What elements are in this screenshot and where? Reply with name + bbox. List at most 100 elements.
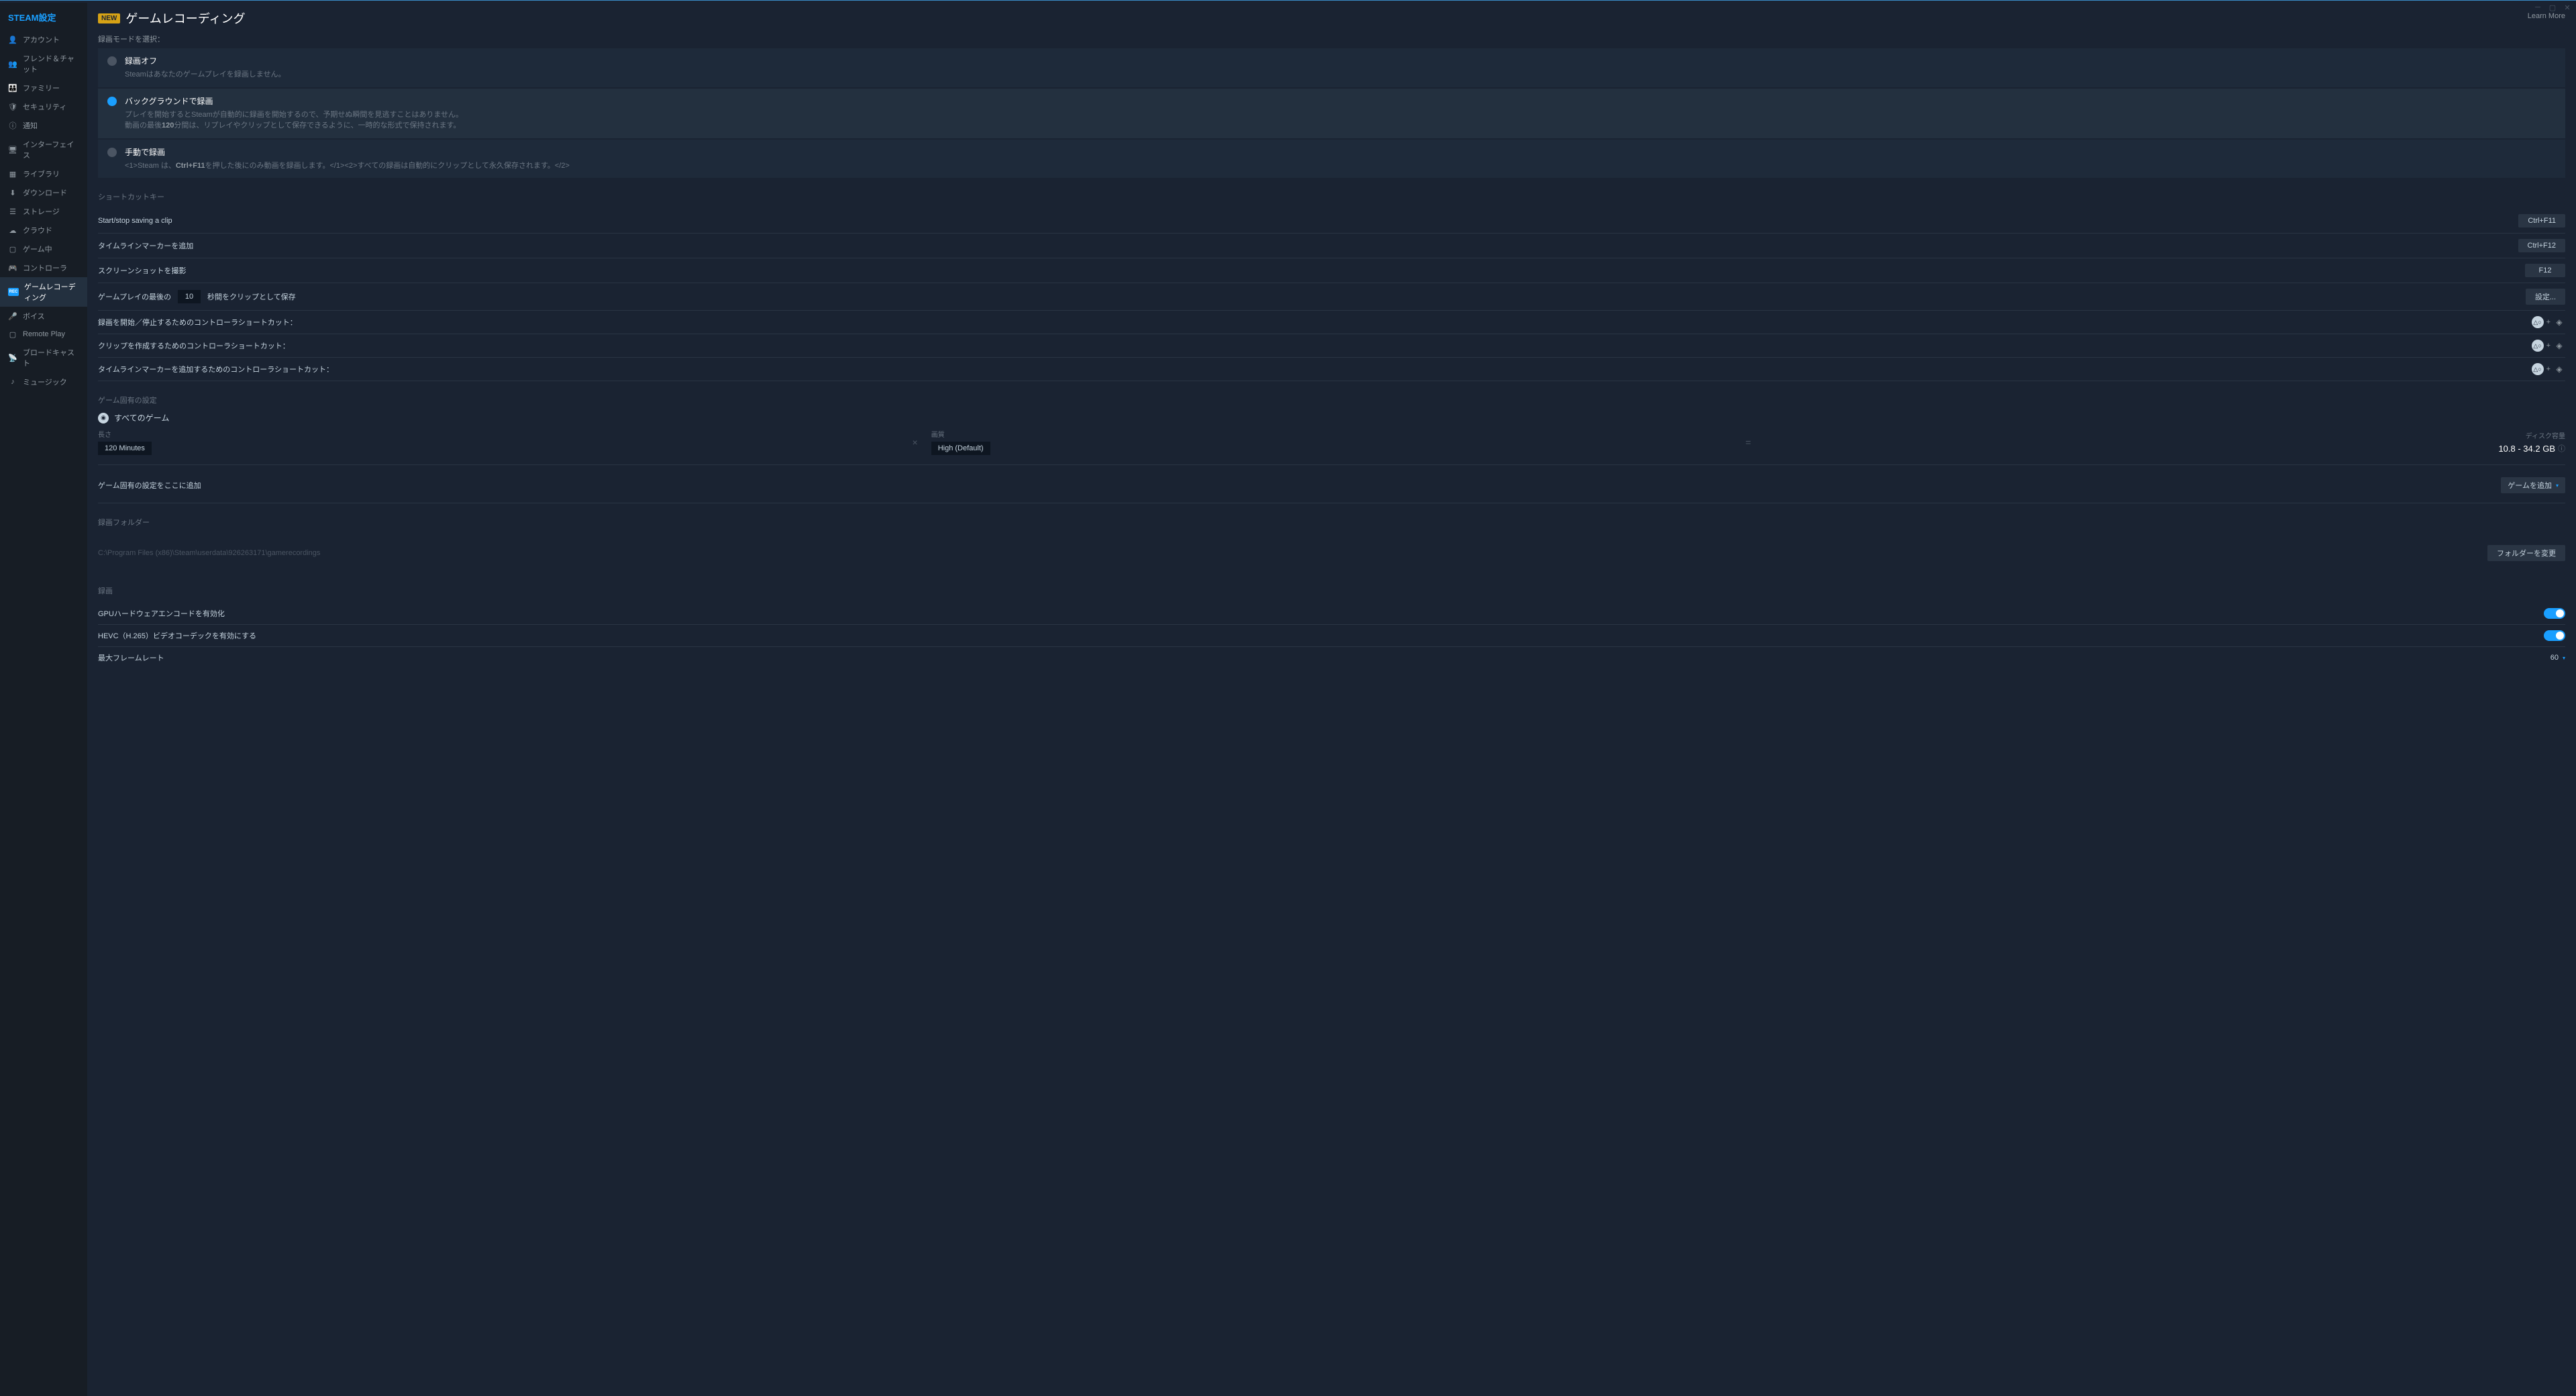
sidebar-item-label: ブロードキャスト <box>23 347 79 368</box>
sidebar-item-label: ボイス <box>23 311 45 321</box>
clip-seconds-label: ゲームプレイの最後の 秒間をクリップとして保存 <box>98 290 296 303</box>
folder-path: C:\Program Files (x86)\Steam\userdata\92… <box>98 540 320 566</box>
sidebar-item-cloud[interactable]: ☁クラウド <box>0 221 87 240</box>
controller-shortcut-label: 録画を開始／停止するためのコントローラショートカット： <box>98 317 297 328</box>
chevron-down-icon: ▾ <box>2556 483 2559 489</box>
sidebar: STEAM設定 👤アカウント👥フレンド＆チャット👪ファミリー🛡セキュリティⓘ通知… <box>0 3 87 1396</box>
radio-icon <box>107 97 117 106</box>
quality-value[interactable]: High (Default) <box>931 442 990 455</box>
sidebar-item-account[interactable]: 👤 アカウント <box>0 30 87 49</box>
sidebar-item-label: ライブラリ <box>23 168 60 179</box>
length-label: 長さ <box>98 429 899 439</box>
ps-icon: △○ <box>2532 363 2544 375</box>
max-fps-label: 最大フレームレート <box>98 652 164 663</box>
clip-settings-button[interactable]: 設定... <box>2526 289 2565 305</box>
content-area: Learn More NEW ゲームレコーディング 録画モードを選択： 録画オフ… <box>87 3 2576 1396</box>
radio-background-record[interactable]: バックグラウンドで録画 プレイを開始するとSteamが自動的に録画を開始するので… <box>98 89 2565 138</box>
disk-label: ディスク容量 <box>2526 430 2565 440</box>
sidebar-item-controller[interactable]: 🎮コントローラ <box>0 258 87 277</box>
clip-seconds-input[interactable] <box>178 290 201 303</box>
all-games-label: すべてのゲーム <box>114 412 169 423</box>
sidebar-item-library[interactable]: ▦ライブラリ <box>0 164 87 183</box>
radio-manual-record[interactable]: 手動で録画 <1>Steam は、Ctrl+F11を押した後にのみ動画を録画しま… <box>98 140 2565 179</box>
controller-combo[interactable]: △○ + ◈ <box>2532 363 2565 375</box>
disk-value: 10.8 - 34.2 GB <box>2498 444 2555 454</box>
quality-label: 画質 <box>931 429 1733 439</box>
radio-title: 手動で録画 <box>125 146 2556 158</box>
sidebar-item-remote-play[interactable]: ▢Remote Play <box>0 326 87 343</box>
equals-icon: = <box>1745 437 1751 448</box>
radio-icon <box>107 148 117 157</box>
gpu-encode-toggle[interactable] <box>2544 608 2565 619</box>
record-mode-label: 録画モードを選択： <box>98 34 2565 44</box>
radio-title: 録画オフ <box>125 55 2556 66</box>
sidebar-item-friends-chat[interactable]: 👥フレンド＆チャット <box>0 49 87 79</box>
shortcut-label: スクリーンショットを撮影 <box>98 265 186 276</box>
family-icon: 👪 <box>8 83 17 93</box>
length-value[interactable]: 120 Minutes <box>98 442 152 455</box>
ps-icon: △○ <box>2532 340 2544 352</box>
sidebar-item-music[interactable]: ♪ミュージック <box>0 372 87 391</box>
sidebar-item-label: アカウント <box>23 34 60 45</box>
shortcut-binding[interactable]: F12 <box>2525 264 2565 277</box>
hevc-label: HEVC（H.265）ビデオコーデックを有効にする <box>98 630 256 641</box>
account-icon: 👤 <box>8 35 17 44</box>
sidebar-item-label: コントローラ <box>23 262 67 273</box>
sidebar-item-label: 通知 <box>23 120 38 131</box>
radio-desc: Steamはあなたのゲームプレイを録画しません。 <box>125 69 2556 81</box>
share-icon: ◈ <box>2553 363 2565 375</box>
minimize-button[interactable]: ─ <box>2533 3 2542 12</box>
sidebar-item-in-game[interactable]: ▢ゲーム中 <box>0 240 87 258</box>
folder-header: 録画フォルダー <box>98 517 2565 528</box>
sidebar-item-label: セキュリティ <box>23 101 66 112</box>
controller-combo[interactable]: △○ + ◈ <box>2532 316 2565 328</box>
shortcut-label: タイムラインマーカーを追加 <box>98 240 193 251</box>
downloads-icon: ⬇ <box>8 188 17 197</box>
broadcast-icon: 📡 <box>8 353 17 362</box>
steam-icon: ◉ <box>98 413 109 423</box>
close-button[interactable]: ✕ <box>2563 3 2572 12</box>
max-fps-dropdown[interactable]: 60 ▾ <box>2551 654 2565 662</box>
hevc-toggle[interactable] <box>2544 630 2565 641</box>
sidebar-item-label: ダウンロード <box>23 187 67 198</box>
page-title: ゲームレコーディング <box>125 9 245 27</box>
game-specific-header: ゲーム固有の設定 <box>98 395 2565 405</box>
sidebar-item-storage[interactable]: ☰ストレージ <box>0 202 87 221</box>
sidebar-item-interface[interactable]: 🖥インターフェイス <box>0 135 87 164</box>
share-icon: ◈ <box>2553 340 2565 352</box>
radio-desc: <1>Steam は、Ctrl+F11を押した後にのみ動画を録画します。</1>… <box>125 160 2556 172</box>
radio-icon <box>107 56 117 66</box>
plus-icon: + <box>2546 365 2551 373</box>
record-mode-group: 録画オフ Steamはあなたのゲームプレイを録画しません。 バックグラウンドで録… <box>98 48 2565 178</box>
maximize-button[interactable]: ▢ <box>2548 3 2557 12</box>
sidebar-item-broadcast[interactable]: 📡 ブロードキャスト <box>0 343 87 372</box>
add-game-button[interactable]: ゲームを追加 ▾ <box>2501 477 2565 493</box>
music-icon: ♪ <box>8 377 17 387</box>
interface-icon: 🖥 <box>8 145 17 154</box>
sidebar-item-label: ゲームレコーディング <box>24 281 79 303</box>
shortcut-binding[interactable]: Ctrl+F11 <box>2518 214 2565 228</box>
gpu-encode-label: GPUハードウェアエンコードを有効化 <box>98 608 225 619</box>
ps-icon: △○ <box>2532 316 2544 328</box>
add-game-label: ゲーム固有の設定をここに追加 <box>98 480 201 491</box>
learn-more-link[interactable]: Learn More <box>2528 12 2565 20</box>
sidebar-item-downloads[interactable]: ⬇ ダウンロード <box>0 183 87 202</box>
radio-title: バックグラウンドで録画 <box>125 95 2556 107</box>
sidebar-item-label: ストレージ <box>23 206 60 217</box>
voice-icon: 🎤 <box>8 311 17 321</box>
radio-record-off[interactable]: 録画オフ Steamはあなたのゲームプレイを録画しません。 <box>98 48 2565 87</box>
sidebar-item-notifications[interactable]: ⓘ 通知 <box>0 116 87 135</box>
sidebar-item-label: ゲーム中 <box>23 244 52 254</box>
controller-combo[interactable]: △○ + ◈ <box>2532 340 2565 352</box>
sidebar-item-voice[interactable]: 🎤 ボイス <box>0 307 87 326</box>
sidebar-item-family[interactable]: 👪ファミリー <box>0 79 87 97</box>
sidebar-item-security[interactable]: 🛡セキュリティ <box>0 97 87 116</box>
shortcut-binding[interactable]: Ctrl+F12 <box>2518 239 2566 252</box>
plus-icon: + <box>2546 318 2551 326</box>
change-folder-button[interactable]: フォルダーを変更 <box>2487 545 2565 561</box>
sidebar-item-game-recording[interactable]: RECゲームレコーディング <box>0 277 87 307</box>
controller-shortcut-label: クリップを作成するためのコントローラショートカット： <box>98 340 290 351</box>
share-icon: ◈ <box>2553 316 2565 328</box>
info-icon[interactable]: ⓘ <box>2558 443 2565 454</box>
notifications-icon: ⓘ <box>8 121 17 130</box>
